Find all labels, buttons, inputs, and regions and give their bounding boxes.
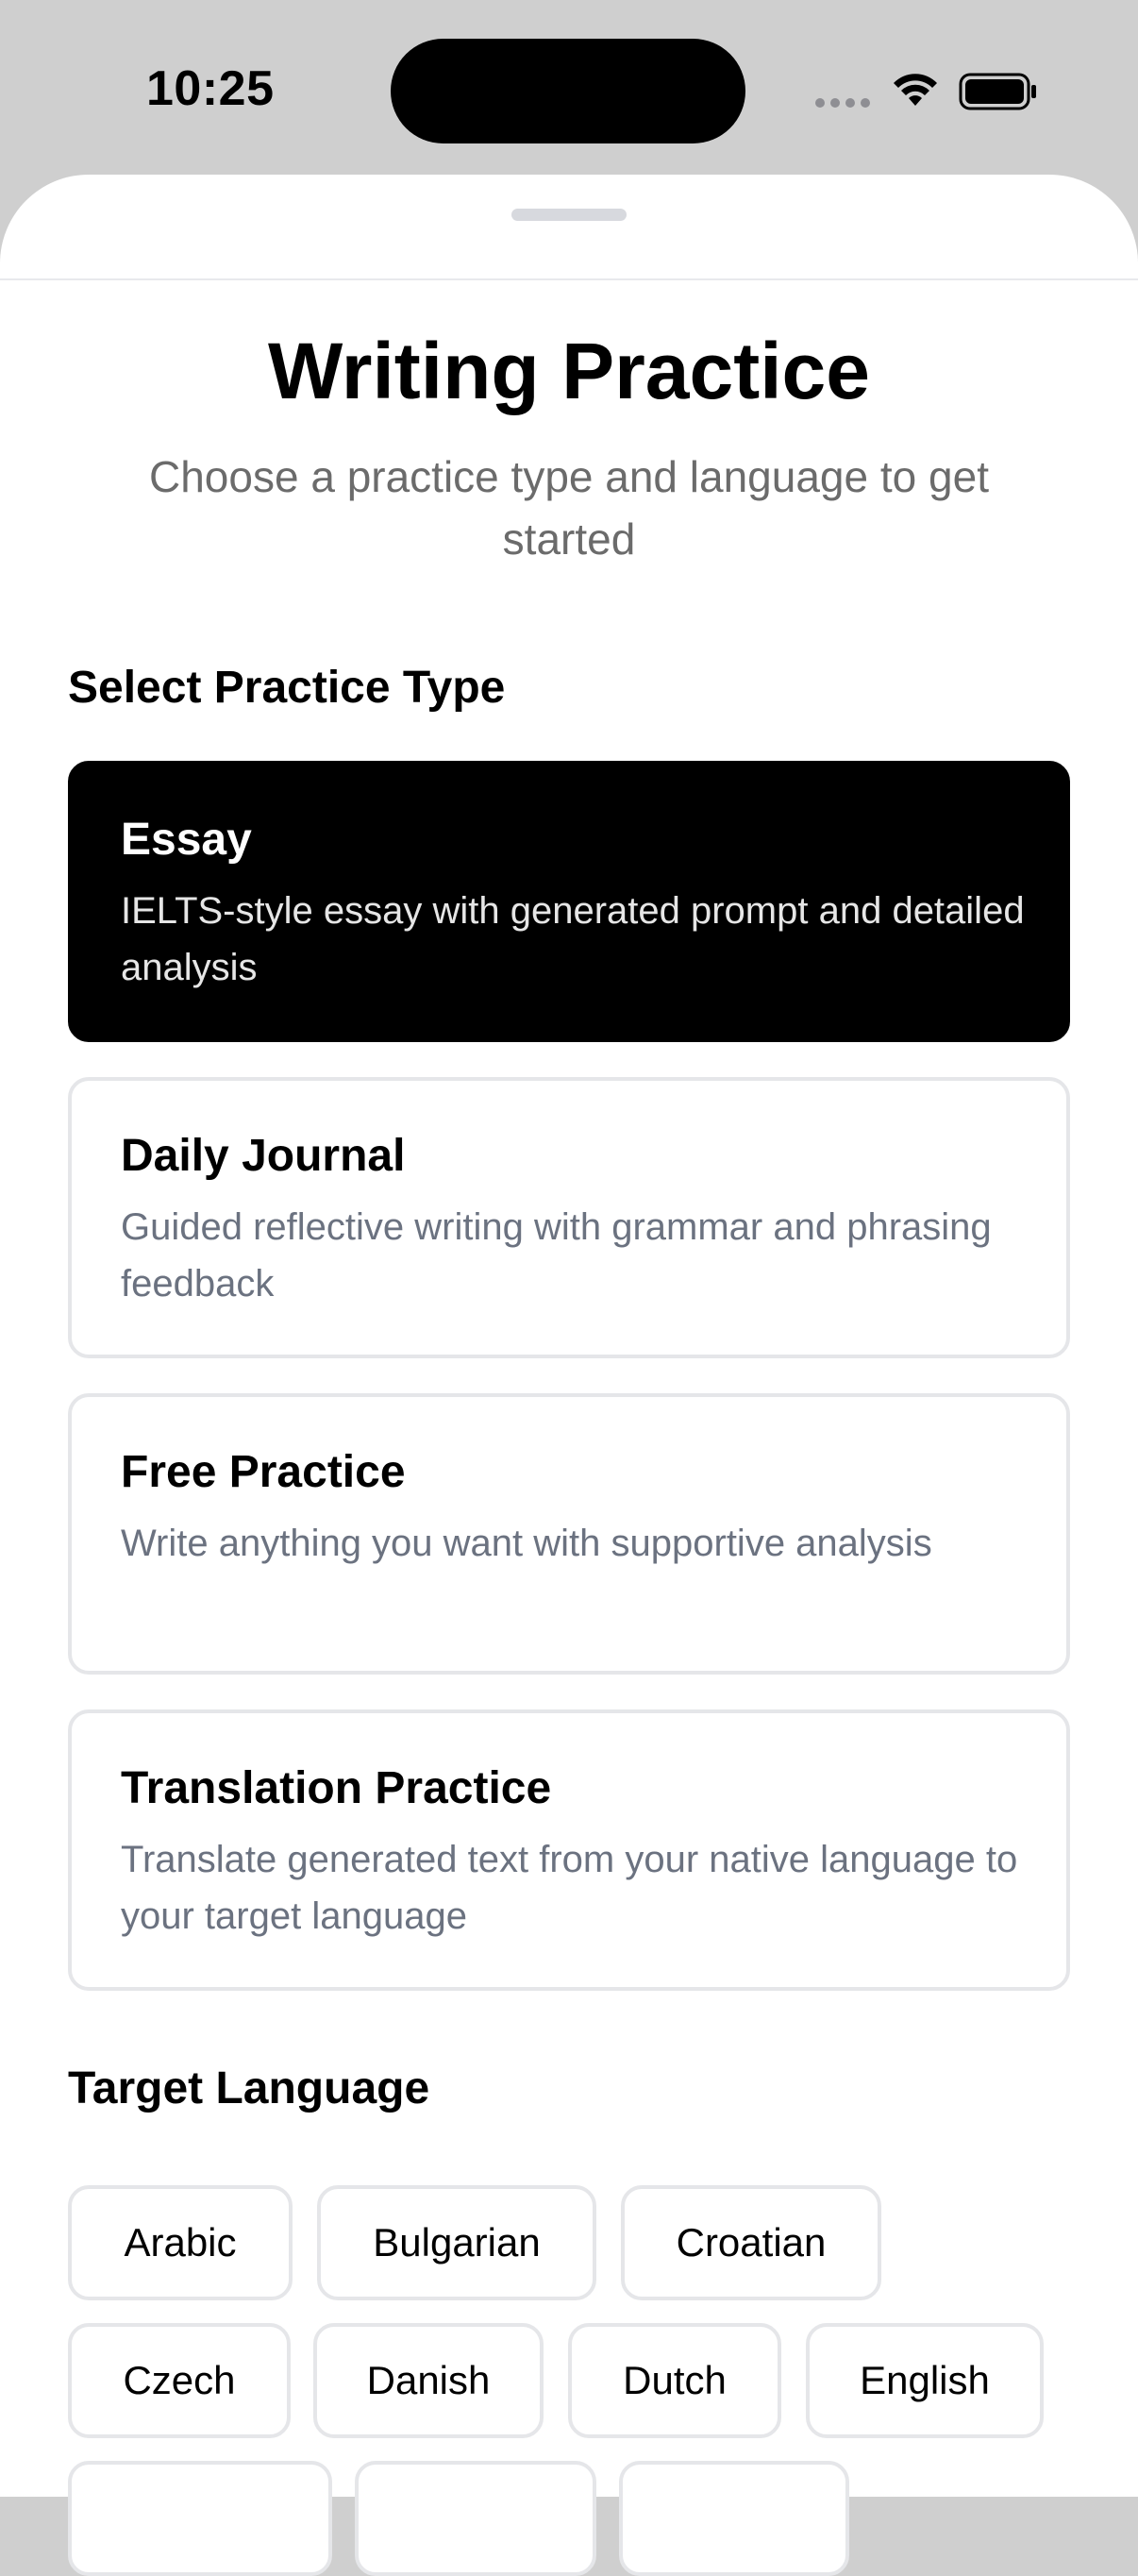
language-chip-czech[interactable]: Czech: [68, 2323, 291, 2438]
language-chip-arabic[interactable]: Arabic: [68, 2185, 293, 2300]
practice-option-translation-practice[interactable]: Translation Practice Translate generated…: [68, 1709, 1070, 1991]
practice-option-description: Translate generated text from your nativ…: [121, 1839, 1018, 1937]
language-chip[interactable]: [355, 2461, 596, 2576]
language-chip-bulgarian[interactable]: Bulgarian: [317, 2185, 596, 2300]
language-chip-croatian[interactable]: Croatian: [621, 2185, 881, 2300]
language-chip[interactable]: [68, 2461, 332, 2576]
practice-option-title: Translation Practice: [121, 1763, 552, 1813]
language-chip-dutch[interactable]: Dutch: [568, 2323, 781, 2438]
practice-option-description: Write anything you want with supportive …: [121, 1523, 932, 1564]
practice-option-description: IELTS-style essay with generated prompt …: [121, 890, 1025, 988]
status-bar: 10:25: [0, 0, 1138, 179]
practice-option-description: Guided reflective writing with grammar a…: [121, 1206, 992, 1305]
target-language-heading: Target Language: [68, 2063, 430, 2113]
language-chip-english[interactable]: English: [806, 2323, 1044, 2438]
divider: [0, 278, 1138, 280]
wifi-icon: [894, 74, 937, 106]
practice-option-title: Essay: [121, 815, 252, 865]
dynamic-island: [391, 39, 745, 143]
practice-type-heading: Select Practice Type: [68, 663, 506, 713]
status-time: 10:25: [146, 61, 275, 116]
practice-option-title: Free Practice: [121, 1447, 406, 1497]
language-chip-danish[interactable]: Danish: [313, 2323, 544, 2438]
page-subtitle: Choose a practice type and language to g…: [149, 452, 989, 564]
battery-icon: [959, 73, 1036, 110]
practice-option-essay[interactable]: Essay IELTS-style essay with generated p…: [68, 761, 1070, 1042]
practice-option-title: Daily Journal: [121, 1131, 406, 1181]
cellular-signal-icon: [815, 98, 870, 108]
practice-option-daily-journal[interactable]: Daily Journal Guided reflective writing …: [68, 1077, 1070, 1358]
page-title: Writing Practice: [268, 327, 870, 415]
bottom-sheet: Writing Practice Choose a practice type …: [0, 175, 1138, 2576]
practice-option-free-practice[interactable]: Free Practice Write anything you want wi…: [68, 1393, 1070, 1675]
sheet-grabber-handle[interactable]: [511, 209, 627, 221]
language-chip[interactable]: [619, 2461, 849, 2576]
